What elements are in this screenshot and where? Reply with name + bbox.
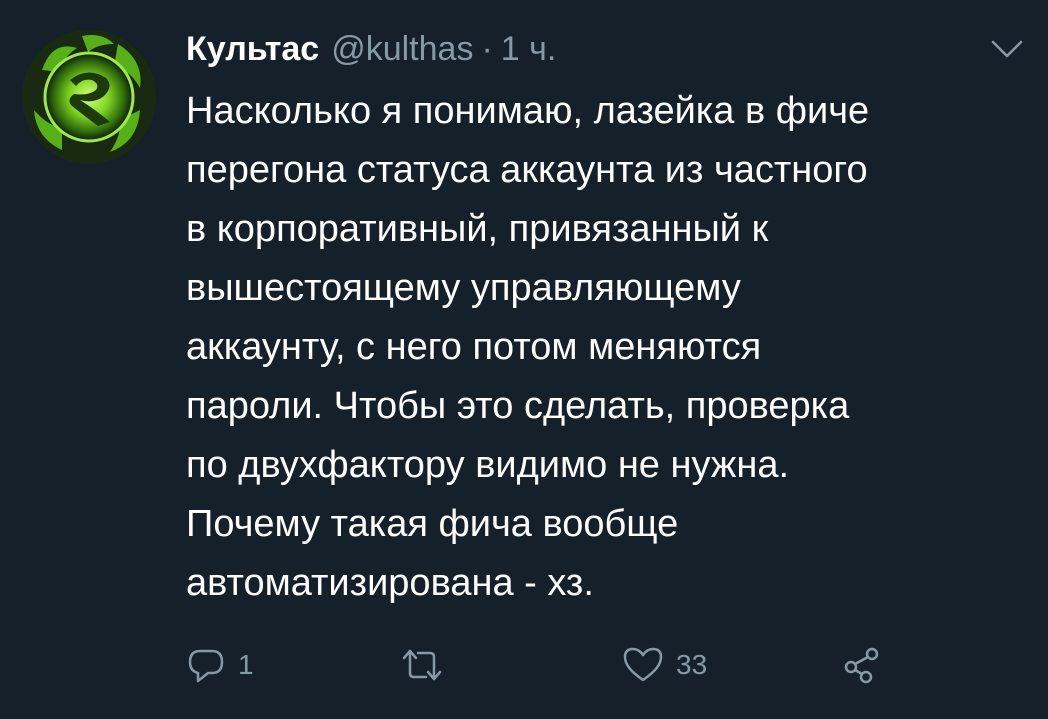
tweet-text-line: автоматизирована - хз. xyxy=(186,562,594,604)
retweet-icon xyxy=(402,649,442,681)
like-count: 33 xyxy=(676,649,708,680)
reply-icon xyxy=(188,649,224,683)
tweet-text-line: по двухфактору видимо не нужна. xyxy=(186,444,790,486)
tweet-text-line: Почему такая фича вообще xyxy=(186,503,679,545)
separator-dot: · xyxy=(481,29,493,68)
tweet-text: Насколько я понимаю, лазейка в фиче пере… xyxy=(186,82,1036,613)
tweet-timestamp[interactable]: 1 ч. xyxy=(501,30,557,69)
tweet-text-line: пароли. Чтобы это сделать, проверка xyxy=(186,385,850,427)
share-button[interactable] xyxy=(842,640,882,690)
tweet-text-line: в корпоративный, привязанный к xyxy=(186,208,769,250)
author-handle[interactable]: @kulthas xyxy=(331,30,473,69)
author-name[interactable]: Культас xyxy=(186,30,319,69)
chevron-down-icon xyxy=(991,40,1023,58)
like-button[interactable]: 33 xyxy=(622,640,707,690)
tweet-text-line: аккаунту, с него потом меняются xyxy=(186,326,762,368)
share-icon xyxy=(844,647,879,684)
avatar[interactable] xyxy=(22,30,156,164)
tweet-text-line: вышестоящему управляющему xyxy=(186,267,741,309)
tweet-text-line: перегона статуса аккаунта из частного xyxy=(186,149,868,191)
tweet-header: Культас @kulthas · 1 ч. xyxy=(186,24,556,74)
green-flame-emblem-icon xyxy=(22,30,156,164)
tweet-text-line: Насколько я понимаю, лазейка в фиче xyxy=(186,90,870,132)
reply-button[interactable]: 1 xyxy=(186,640,254,690)
tweet[interactable]: Культас @kulthas · 1 ч. Насколько я пони… xyxy=(0,0,1048,719)
more-options-button[interactable] xyxy=(987,36,1027,62)
retweet-button[interactable] xyxy=(400,640,456,690)
reply-count: 1 xyxy=(238,649,254,680)
heart-icon xyxy=(623,647,663,682)
